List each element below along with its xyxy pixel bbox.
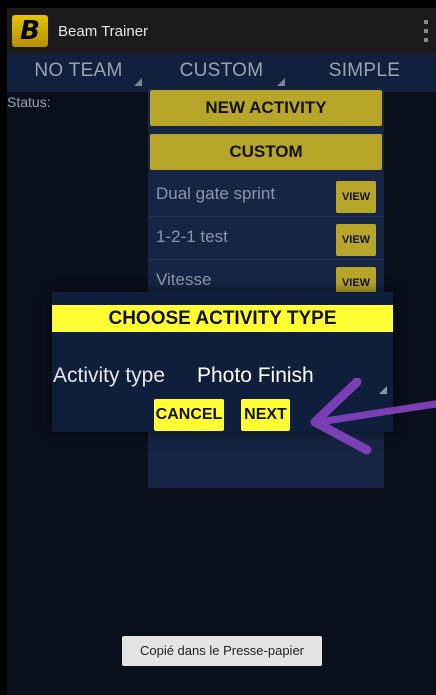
activity-filter-label: CUSTOM: [179, 60, 264, 81]
mode-spinner[interactable]: SIMPLE: [293, 54, 436, 92]
activity-row[interactable]: Dual gate sprint VIEW: [148, 174, 384, 217]
annotation-arrow-icon: [310, 378, 436, 455]
activity-type-label: Activity type: [53, 364, 166, 387]
activity-name: Dual gate sprint: [156, 184, 276, 203]
view-button[interactable]: VIEW: [336, 181, 376, 213]
dropdown-corner-icon: [134, 78, 142, 86]
team-spinner[interactable]: NO TEAM: [7, 54, 150, 92]
dialog-title: CHOOSE ACTIVITY TYPE: [52, 305, 393, 332]
overflow-menu-icon[interactable]: [424, 20, 430, 42]
activity-filter-spinner[interactable]: CUSTOM: [150, 54, 293, 92]
app-screen: B Beam Trainer NO TEAM CUSTOM SIMPLE Sta…: [7, 8, 436, 695]
custom-button[interactable]: CUSTOM: [150, 134, 382, 170]
activity-row[interactable]: 1-2-1 test VIEW: [148, 217, 384, 260]
app-title: Beam Trainer: [58, 22, 149, 40]
clipboard-toast: Copié dans le Presse-papier: [122, 636, 322, 666]
mode-spinner-label: SIMPLE: [328, 60, 401, 81]
dropdown-corner-icon: [277, 78, 285, 86]
app-logo[interactable]: B: [12, 15, 48, 47]
activity-name: 1-2-1 test: [156, 227, 228, 246]
next-button[interactable]: NEXT: [241, 399, 290, 431]
view-button[interactable]: VIEW: [336, 224, 376, 256]
team-spinner-label: NO TEAM: [34, 60, 123, 81]
new-activity-button[interactable]: NEW ACTIVITY: [150, 90, 382, 126]
status-label: Status:: [7, 94, 51, 110]
action-bar: B Beam Trainer: [7, 8, 436, 54]
filter-bar: NO TEAM CUSTOM SIMPLE: [7, 54, 436, 92]
activity-name: Vitesse: [156, 270, 212, 289]
cancel-button[interactable]: CANCEL: [154, 399, 224, 431]
